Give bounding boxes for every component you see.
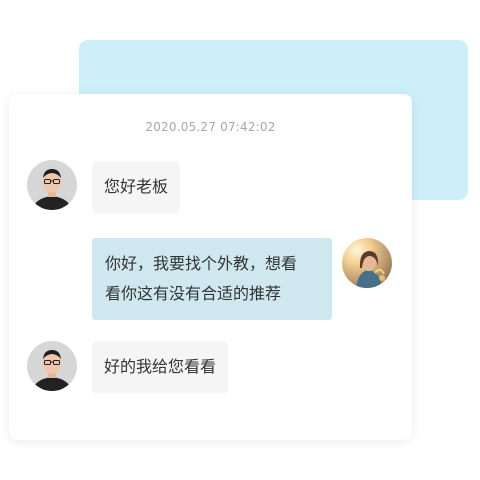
outgoing-message-bubble: 你好，我要找个外教，想看 看你这有没有合适的推荐 [92, 238, 332, 320]
man-avatar-icon [27, 160, 77, 210]
incoming-message-bubble: 您好老板 [92, 161, 181, 213]
boss-avatar[interactable] [27, 341, 77, 391]
message-text: 好的我给您看看 [104, 357, 217, 376]
user-avatar[interactable] [342, 238, 392, 288]
message-timestamp: 2020.05.27 07:42:02 [145, 120, 276, 134]
woman-avatar-icon [342, 238, 392, 288]
chat-illustration: 2020.05.27 07:42:02 您好老板 你好，我要找个外教，想看 看你… [0, 0, 480, 480]
chat-window: 2020.05.27 07:42:02 您好老板 你好，我要找个外教，想看 看你… [9, 94, 412, 440]
message-text-line: 看你这有没有合适的推荐 [105, 284, 282, 303]
boss-avatar[interactable] [27, 160, 77, 210]
message-text: 您好老板 [104, 177, 169, 196]
message-text-line: 你好，我要找个外教，想看 [105, 254, 298, 273]
incoming-message-bubble: 好的我给您看看 [92, 341, 229, 393]
man-avatar-icon [27, 341, 77, 391]
